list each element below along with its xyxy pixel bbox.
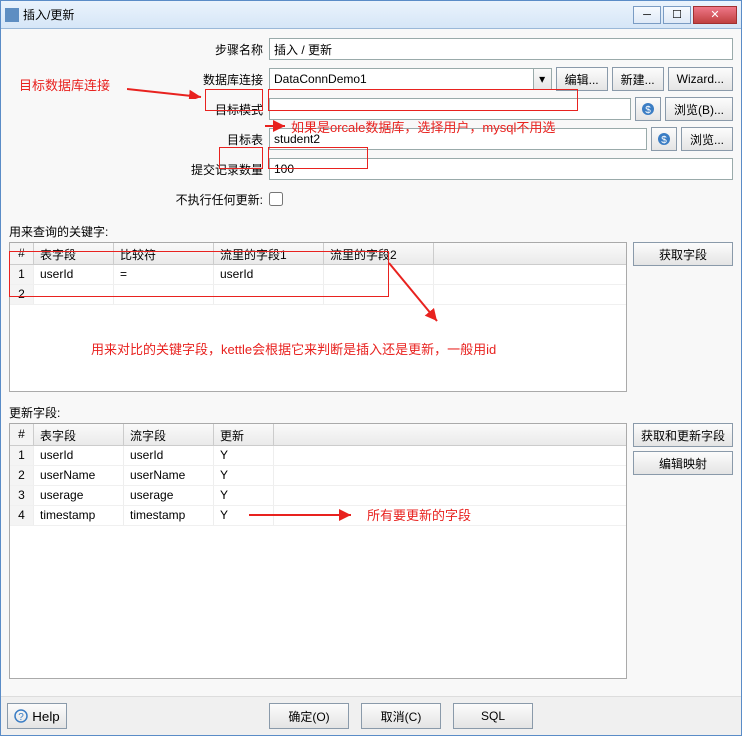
table-row[interactable]: 1userIduserIdY [10, 446, 626, 466]
cell[interactable]: userId [34, 446, 124, 465]
cell[interactable]: = [114, 265, 214, 284]
cell[interactable]: 4 [10, 506, 34, 525]
table-var-button[interactable]: $ [651, 127, 677, 151]
table-row[interactable]: 1userId=userId [10, 265, 626, 285]
sql-button[interactable]: SQL [453, 703, 533, 729]
no-update-label: 不执行任何更新: [9, 191, 269, 208]
ok-button[interactable]: 确定(O) [269, 703, 349, 729]
window-controls: ─ ☐ ✕ [633, 6, 737, 24]
cancel-button[interactable]: 取消(C) [361, 703, 441, 729]
cell[interactable] [324, 285, 434, 304]
schema-var-button[interactable]: $ [635, 97, 661, 121]
minimize-button[interactable]: ─ [633, 6, 661, 24]
cell[interactable]: 3 [10, 486, 34, 505]
update-grid[interactable]: # 表字段 流字段 更新 1userIduserIdY2userNameuser… [9, 423, 627, 679]
upd-head-update: 更新 [214, 424, 274, 445]
svg-text:$: $ [645, 105, 651, 116]
upd-head-tablefield: 表字段 [34, 424, 124, 445]
table-row[interactable]: 2userNameuserNameY [10, 466, 626, 486]
cell[interactable]: 1 [10, 446, 34, 465]
cell[interactable]: 2 [10, 466, 34, 485]
cell[interactable]: Y [214, 466, 274, 485]
cell[interactable] [214, 285, 324, 304]
cell[interactable]: 2 [10, 285, 34, 304]
svg-text:$: $ [661, 135, 667, 146]
key-head-comparator: 比较符 [114, 243, 214, 264]
key-section-label: 用来查询的关键字: [9, 223, 733, 240]
cell[interactable]: Y [214, 486, 274, 505]
close-button[interactable]: ✕ [693, 6, 737, 24]
cell[interactable]: Y [214, 446, 274, 465]
edit-mapping-button[interactable]: 编辑映射 [633, 451, 733, 475]
cell[interactable]: timestamp [34, 506, 124, 525]
step-name-label: 步骤名称 [9, 41, 269, 58]
cell[interactable] [324, 265, 434, 284]
key-head-num: # [10, 243, 34, 264]
new-conn-button[interactable]: 新建... [612, 67, 664, 91]
cell[interactable] [34, 285, 114, 304]
window-title: 插入/更新 [23, 6, 74, 23]
step-name-input[interactable] [269, 38, 733, 60]
help-label: Help [32, 709, 59, 724]
cell[interactable]: userage [34, 486, 124, 505]
db-conn-select[interactable] [269, 68, 534, 90]
cell[interactable]: userId [124, 446, 214, 465]
upd-head-streamfield: 流字段 [124, 424, 214, 445]
help-icon: ? [14, 709, 28, 723]
cell[interactable]: userage [124, 486, 214, 505]
cell[interactable]: 1 [10, 265, 34, 284]
maximize-button[interactable]: ☐ [663, 6, 691, 24]
cell[interactable]: userId [34, 265, 114, 284]
cell[interactable]: userName [124, 466, 214, 485]
key-head-stream1: 流里的字段1 [214, 243, 324, 264]
titlebar: 插入/更新 ─ ☐ ✕ [1, 1, 741, 29]
update-section-label: 更新字段: [9, 404, 733, 421]
browse-table-button[interactable]: 浏览... [681, 127, 733, 151]
dropdown-arrow-icon[interactable]: ▾ [534, 68, 552, 90]
browse-schema-button[interactable]: 浏览(B)... [665, 97, 733, 121]
key-head-stream2: 流里的字段2 [324, 243, 434, 264]
upd-head-num: # [10, 424, 34, 445]
cell[interactable] [114, 285, 214, 304]
target-schema-label: 目标模式 [9, 101, 269, 118]
edit-conn-button[interactable]: 编辑... [556, 67, 608, 91]
target-table-label: 目标表 [9, 131, 269, 148]
cell[interactable]: Y [214, 506, 274, 525]
table-row[interactable]: 2 [10, 285, 626, 305]
commit-size-input[interactable] [269, 158, 733, 180]
commit-size-label: 提交记录数量 [9, 161, 269, 178]
table-row[interactable]: 4timestamptimestampY [10, 506, 626, 526]
help-button[interactable]: ? Help [7, 703, 67, 729]
wizard-button[interactable]: Wizard... [668, 67, 733, 91]
target-schema-input[interactable] [269, 98, 631, 120]
db-conn-label: 数据库连接 [9, 71, 269, 88]
target-table-input[interactable] [269, 128, 647, 150]
key-head-tablefield: 表字段 [34, 243, 114, 264]
cell[interactable]: timestamp [124, 506, 214, 525]
get-update-fields-button[interactable]: 获取和更新字段 [633, 423, 733, 447]
cell[interactable]: userId [214, 265, 324, 284]
get-key-fields-button[interactable]: 获取字段 [633, 242, 733, 266]
no-update-checkbox[interactable] [269, 192, 283, 206]
window-icon [5, 8, 19, 22]
key-grid[interactable]: # 表字段 比较符 流里的字段1 流里的字段2 1userId=userId2 [9, 242, 627, 392]
table-row[interactable]: 3userageuserageY [10, 486, 626, 506]
cell[interactable]: userName [34, 466, 124, 485]
svg-text:?: ? [19, 712, 25, 723]
